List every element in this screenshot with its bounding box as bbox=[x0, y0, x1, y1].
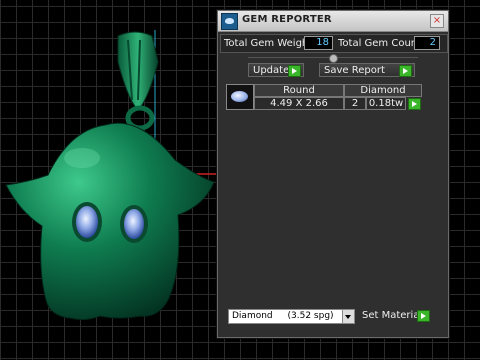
set-material-button-label: Set Material bbox=[362, 310, 423, 321]
material-spg: (3.52 spg) bbox=[287, 311, 334, 321]
dropdown-arrow-icon[interactable] bbox=[342, 310, 354, 323]
gem-count-cell: 2 bbox=[344, 97, 366, 110]
close-icon[interactable]: × bbox=[430, 14, 444, 28]
set-material-button[interactable]: Set Material bbox=[358, 309, 432, 323]
total-gem-weight-label: Total Gem Weight bbox=[224, 38, 313, 49]
gem-reporter-panel: GEM REPORTER × Total Gem Weight 18 Total… bbox=[217, 10, 449, 338]
panel-title: GEM REPORTER bbox=[242, 14, 332, 25]
row-go-arrow-icon[interactable] bbox=[408, 98, 421, 110]
go-arrow-icon bbox=[417, 310, 430, 322]
gem-thumbnail-icon[interactable] bbox=[226, 84, 254, 110]
save-report-button-label: Save Report bbox=[324, 65, 385, 76]
total-gem-count-label: Total Gem Count bbox=[338, 38, 422, 49]
pendant-body bbox=[5, 122, 215, 321]
go-arrow-icon bbox=[288, 65, 301, 77]
body-highlight bbox=[64, 148, 100, 168]
gem-weight-cell: 0.18tw bbox=[366, 97, 406, 110]
right-eye-gem bbox=[124, 209, 144, 239]
gem-size-cell: 4.49 X 2.66 bbox=[254, 97, 344, 110]
gem-reporter-app-icon bbox=[221, 13, 238, 30]
update-button[interactable]: Update bbox=[248, 63, 304, 77]
column-header-material: Diamond bbox=[344, 84, 422, 97]
save-report-button[interactable]: Save Report bbox=[319, 63, 415, 77]
material-name: Diamond bbox=[232, 311, 273, 321]
go-arrow-icon bbox=[399, 65, 412, 77]
update-button-label: Update bbox=[253, 65, 290, 76]
material-dropdown[interactable]: Diamond (3.52 spg) bbox=[228, 309, 355, 324]
collapse-handle-icon[interactable] bbox=[329, 54, 338, 63]
total-gem-count-value: 2 bbox=[414, 36, 440, 50]
total-gem-weight-value: 18 bbox=[304, 36, 333, 50]
column-header-shape: Round bbox=[254, 84, 344, 97]
gem-table: Round Diamond 4.49 X 2.66 2 0.18tw bbox=[226, 84, 438, 118]
title-bar[interactable]: GEM REPORTER × bbox=[218, 11, 448, 32]
left-eye-gem bbox=[76, 206, 98, 238]
